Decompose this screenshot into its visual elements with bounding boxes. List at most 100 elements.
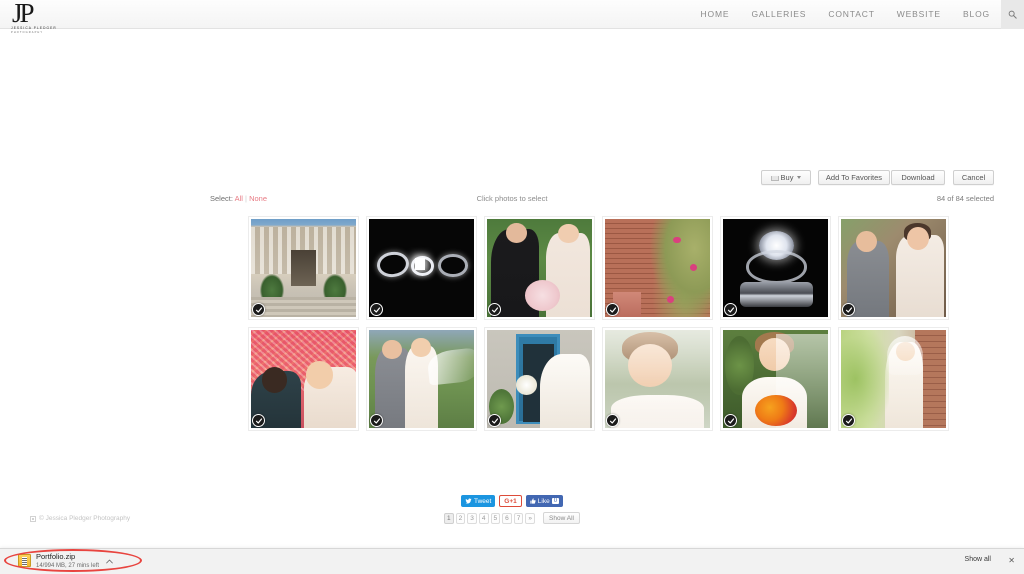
download-label: Download [901,173,935,182]
photo-image [841,219,946,317]
photo-image [251,330,356,428]
page-button-1[interactable]: 1 [444,512,454,524]
page-button-6[interactable]: 6 [502,512,512,524]
buy-button[interactable]: Buy [761,170,811,185]
check-icon [491,417,498,424]
photo-selected-badge[interactable] [488,303,501,316]
photo-thumb-bride-near-brick-wall[interactable] [838,327,949,431]
photo-art [487,219,592,317]
nav-item-home[interactable]: HOME [690,0,741,29]
photo-art [369,219,474,317]
check-icon [727,417,734,424]
like-label: Like [537,497,550,505]
nav-item-website[interactable]: WEBSITE [886,0,952,29]
page-button-2[interactable]: 2 [455,512,466,524]
page-button-4[interactable]: 4 [478,512,489,524]
download-file-name: Portfolio.zip [36,552,76,561]
photo-thumb-bride-looking-down-veil[interactable] [602,327,713,431]
download-show-all-button[interactable]: Show all [960,555,996,564]
photo-selected-badge[interactable] [842,414,855,427]
photo-image [251,219,356,317]
photo-image [369,330,474,428]
page-button-3[interactable]: 3 [467,512,477,524]
photo-thumb-brick-wall-with-flowers[interactable] [602,216,713,320]
gplus-label: G+1 [504,497,517,505]
logo-monogram: JP [12,0,35,28]
nav-item-galleries[interactable]: GALLERIES [740,0,817,29]
photo-image [723,219,828,317]
click-photos-hint: Click photos to select [476,194,548,203]
check-icon [609,306,616,313]
page-button-5[interactable]: 5 [490,512,501,524]
zip-file-icon [18,554,31,567]
check-icon [845,306,852,313]
search-icon [1008,10,1017,19]
photo-art [723,330,828,428]
nav-item-contact[interactable]: CONTACT [817,0,885,29]
photo-art [369,330,474,428]
facebook-like-button[interactable]: Like 0 [525,495,564,507]
photo-selected-badge[interactable] [370,414,383,427]
photo-art [251,219,356,317]
cancel-label: Cancel [961,173,986,182]
thumbs-up-icon [530,498,536,504]
photo-thumb-bride-by-blue-door[interactable] [484,327,595,431]
photo-selected-badge[interactable] [606,303,619,316]
footer-copyright: © Jessica Pledger Photography [30,515,130,522]
browser-download-bar: Portfolio.zip 14/994 MB, 27 mins left Sh… [0,548,1024,574]
photo-selected-badge[interactable] [252,414,265,427]
check-icon [609,417,616,424]
photo-thumb-kiss-with-pink-confetti[interactable] [248,327,359,431]
photo-grid-row [248,327,954,431]
check-icon [727,306,734,313]
photo-thumb-wedding-rings-black-backdrop[interactable] [366,216,477,320]
add-to-favorites-button[interactable]: Add To Favorites [818,170,890,185]
nav-item-blog[interactable]: BLOG [952,0,1001,29]
photo-thumb-couple-kiss-green-lawn[interactable] [484,216,595,320]
twitter-tweet-button[interactable]: Tweet [460,495,496,507]
logo-tagline: PHOTOGRAPHY [11,31,44,34]
photo-grid-row [248,216,954,320]
download-item-text: Portfolio.zip 14/994 MB, 27 mins left [36,552,99,571]
photo-image [841,330,946,428]
photo-selected-badge[interactable] [606,414,619,427]
photo-selected-badge[interactable] [724,414,737,427]
photo-selected-badge[interactable] [370,303,383,316]
next-page-button[interactable]: » [525,512,536,524]
photo-grid [248,216,954,438]
google-plus-one-button[interactable]: G+1 [499,495,522,507]
photo-thumb-museum-steps-couple[interactable] [248,216,359,320]
check-icon [845,417,852,424]
page-button-7[interactable]: 7 [513,512,524,524]
photo-image [605,330,710,428]
check-icon [373,306,380,313]
photo-thumb-diamond-engagement-ring-macro[interactable] [720,216,831,320]
photo-thumb-bride-with-orange-bouquet[interactable] [720,327,831,431]
photo-selected-badge[interactable] [488,414,501,427]
copyright-text: © Jessica Pledger Photography [39,515,131,522]
show-all-pages-button[interactable]: Show All [543,512,580,524]
photo-selected-badge[interactable] [842,303,855,316]
download-item[interactable]: Portfolio.zip 14/994 MB, 27 mins left [18,552,99,572]
cancel-button[interactable]: Cancel [953,170,994,185]
download-bar-close-button[interactable]: ✕ [1008,556,1015,566]
cart-icon [770,175,779,181]
main-navigation: HOME GALLERIES CONTACT WEBSITE BLOG [690,0,1024,29]
photo-art [605,330,710,428]
buy-button-label: Buy [780,173,794,182]
social-share-bar: Tweet G+1 Like 0 [0,495,1024,507]
twitter-bird-icon [465,498,472,504]
photo-art [723,219,828,317]
download-file-status: 14/994 MB, 27 mins left [36,563,100,569]
search-button[interactable] [1001,0,1024,29]
chevron-up-icon [105,559,113,563]
site-logo[interactable]: JP JESSICA PLEDGER PHOTOGRAPHY [8,0,68,34]
photo-thumb-couple-with-flowing-veil[interactable] [366,327,477,431]
photo-selected-badge[interactable] [252,303,265,316]
photo-image [723,330,828,428]
photo-thumb-couple-at-ceremony[interactable] [838,216,949,320]
download-item-menu-button[interactable] [104,556,114,566]
download-button[interactable]: Download [891,170,945,185]
broken-image-icon [30,515,36,522]
photo-selected-badge[interactable] [724,303,737,316]
